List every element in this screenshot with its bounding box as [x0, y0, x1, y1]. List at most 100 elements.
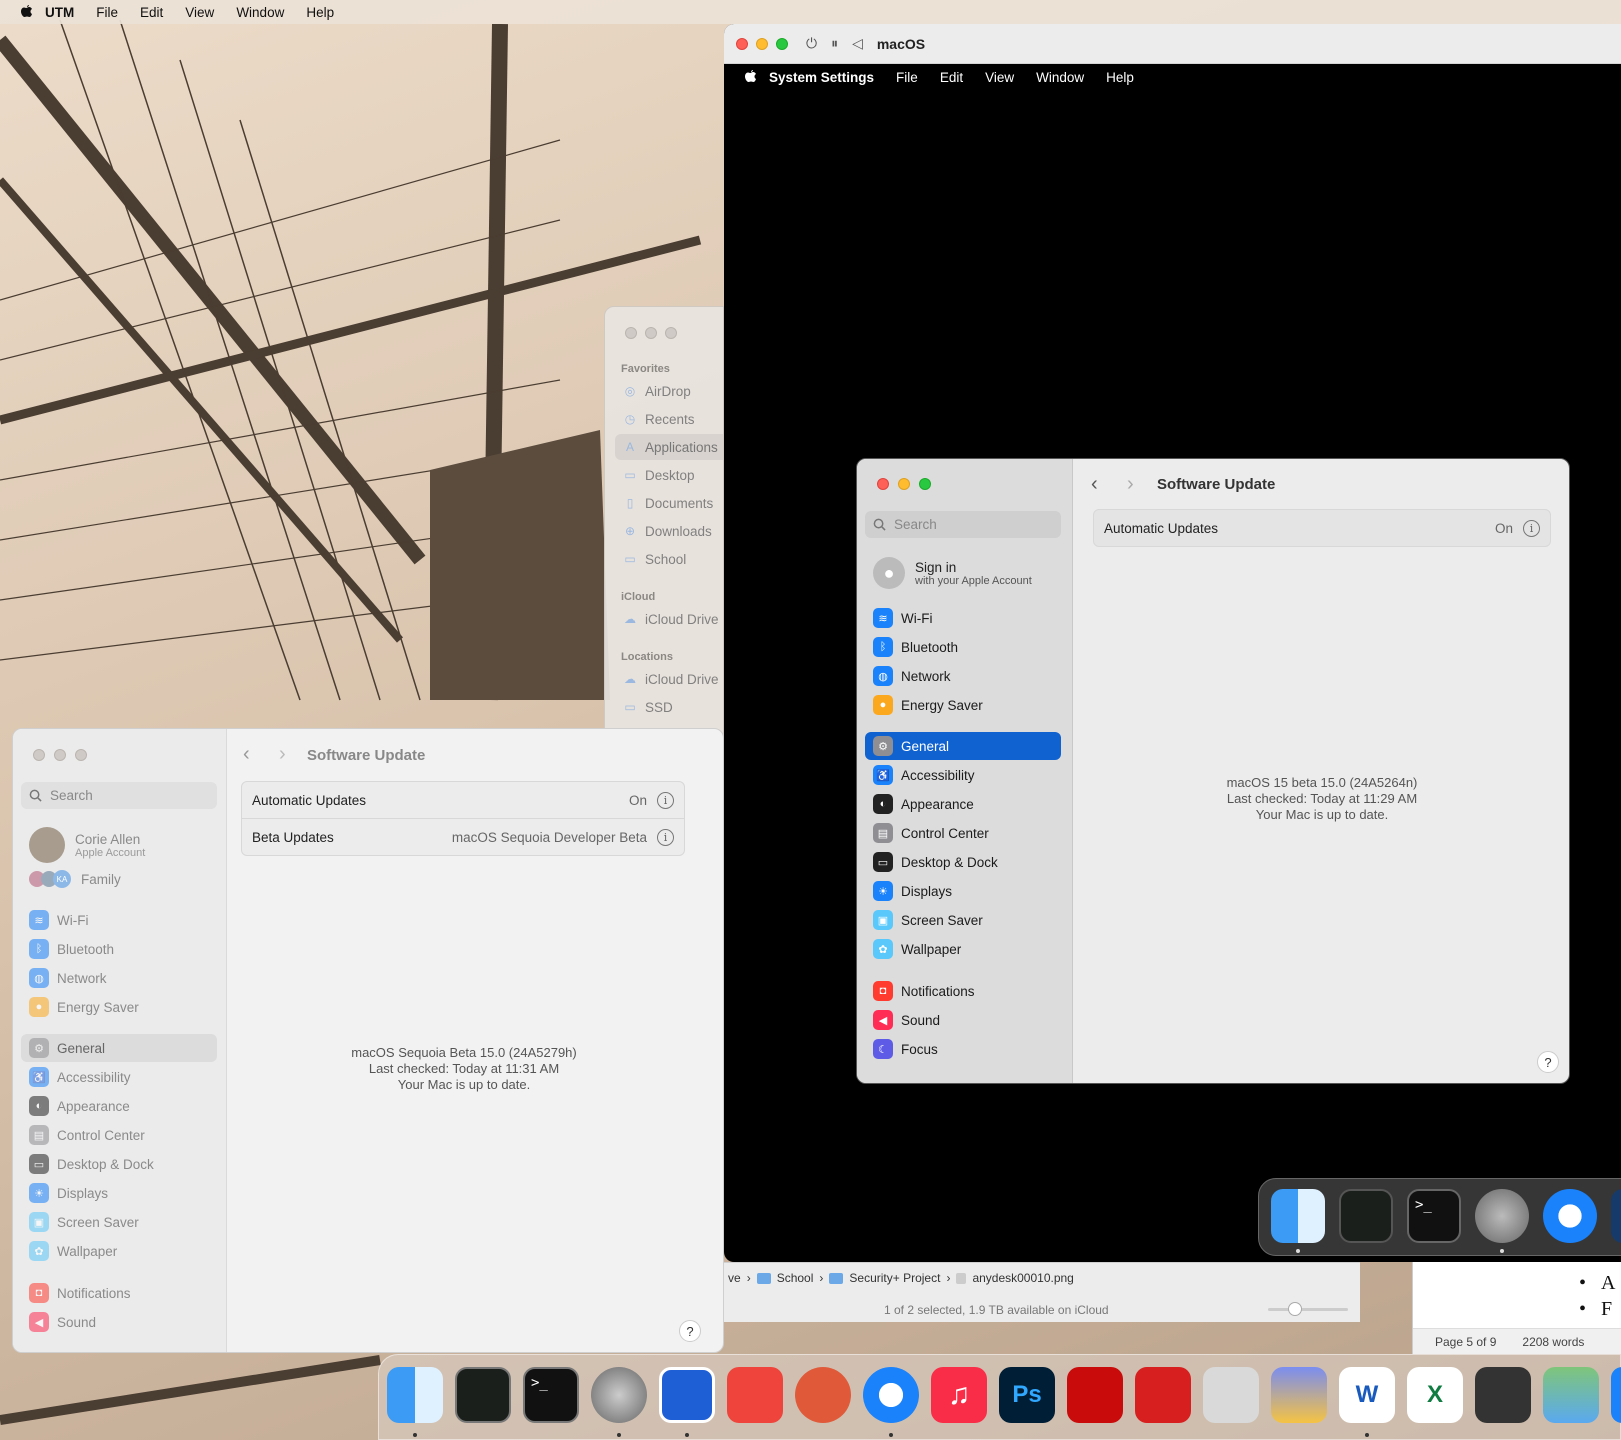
sidebar-item-appearance[interactable]: ◐ Appearance [865, 790, 1061, 818]
minimize-button[interactable] [645, 327, 657, 339]
page-count[interactable]: Page 5 of 9 [1435, 1335, 1496, 1349]
family-row[interactable]: KA Family [29, 867, 121, 891]
menu-app-name[interactable]: UTM [34, 5, 85, 20]
beta-updates-row[interactable]: Beta Updates macOS Sequoia Developer Bet… [241, 818, 685, 856]
disk-utility-icon[interactable] [1203, 1367, 1259, 1423]
terminal-icon[interactable]: >_ [1407, 1189, 1461, 1243]
partial-dock-icon[interactable] [1611, 1367, 1621, 1423]
sidebar-item-general[interactable]: ⚙ General [865, 732, 1061, 760]
sidebar-item-accessibility[interactable]: ♿ Accessibility [865, 761, 1061, 789]
help-button[interactable]: ? [1537, 1051, 1559, 1073]
sidebar-item-desktop[interactable]: ▭ Desktop [615, 462, 723, 488]
sidebar-item-wallpaper[interactable]: ✿ Wallpaper [865, 935, 1061, 963]
music-icon[interactable]: ♫ [931, 1367, 987, 1423]
slider-knob[interactable] [1288, 1302, 1302, 1316]
activity-monitor-icon[interactable] [1339, 1189, 1393, 1243]
forward-chevron-icon[interactable]: › [279, 743, 286, 766]
safari-icon[interactable] [1543, 1189, 1597, 1243]
excel-icon[interactable]: X [1407, 1367, 1463, 1423]
sidebar-item-bluetooth[interactable]: ᛒ Bluetooth [21, 935, 217, 963]
sidebar-item-icloud-drive[interactable]: ☁ iCloud Drive [615, 606, 723, 632]
minimize-button[interactable] [898, 478, 910, 490]
sidebar-item-network[interactable]: ◍ Network [21, 964, 217, 992]
menu-app-name[interactable]: System Settings [758, 70, 885, 85]
apple-logo-icon[interactable] [742, 69, 758, 85]
pause-icon[interactable]: ⏸ [831, 35, 838, 52]
back-chevron-icon[interactable]: ‹ [243, 743, 250, 766]
apple-account[interactable]: Corie Allen Apple Account [29, 825, 219, 865]
finder-icon[interactable] [1271, 1189, 1325, 1243]
sidebar-item-control-center[interactable]: ▤ Control Center [21, 1121, 217, 1149]
breadcrumb-item[interactable]: School [777, 1271, 814, 1285]
minimize-button[interactable] [54, 749, 66, 761]
menu-help[interactable]: Help [295, 5, 345, 20]
menu-file[interactable]: File [85, 5, 129, 20]
forward-chevron-icon[interactable]: › [1127, 473, 1134, 496]
acrobat-icon[interactable] [1067, 1367, 1123, 1423]
help-button[interactable]: ? [679, 1320, 701, 1342]
sidebar-item-icloud-drive-location[interactable]: ☁ iCloud Drive [615, 666, 723, 692]
utm-icon[interactable] [659, 1367, 715, 1423]
word-count[interactable]: 2208 words [1522, 1335, 1584, 1349]
sidebar-item-focus[interactable]: ☾ Focus [865, 1035, 1061, 1063]
anydesk-icon[interactable] [727, 1367, 783, 1423]
sidebar-item-wallpaper[interactable]: ✿ Wallpaper [21, 1237, 217, 1265]
sidebar-item-school[interactable]: ▭ School [615, 546, 723, 572]
menu-window[interactable]: Window [1025, 70, 1095, 85]
sign-in-account[interactable]: ● Sign in with your Apple Account [873, 553, 1063, 593]
safari-icon[interactable] [863, 1367, 919, 1423]
sidebar-item-displays[interactable]: ☀ Displays [21, 1179, 217, 1207]
zoom-button[interactable] [75, 749, 87, 761]
calculator-icon[interactable] [1475, 1367, 1531, 1423]
system-settings-icon[interactable] [1475, 1189, 1529, 1243]
sidebar-item-displays[interactable]: ☀ Displays [865, 877, 1061, 905]
back-chevron-icon[interactable]: ‹ [1091, 473, 1098, 496]
info-icon[interactable]: i [1523, 519, 1540, 537]
zoom-button[interactable] [776, 37, 788, 50]
menu-help[interactable]: Help [1095, 70, 1145, 85]
sidebar-item-network[interactable]: ◍ Network [865, 662, 1061, 690]
word-icon[interactable]: W [1339, 1367, 1395, 1423]
maps-icon[interactable] [1543, 1367, 1599, 1423]
reeder-icon[interactable] [1271, 1367, 1327, 1423]
search-input[interactable]: Search [865, 511, 1061, 538]
close-button[interactable] [736, 37, 748, 50]
breadcrumb-item[interactable]: ve [728, 1271, 741, 1285]
automatic-updates-row[interactable]: Automatic Updates On i [241, 781, 685, 819]
automatic-updates-row[interactable]: Automatic Updates On i [1093, 509, 1551, 547]
pdf-app-icon[interactable] [1135, 1367, 1191, 1423]
apple-logo-icon[interactable] [18, 4, 34, 20]
back-triangle-icon[interactable]: ◁ [852, 35, 863, 52]
sidebar-item-energy-saver[interactable]: ● Energy Saver [865, 691, 1061, 719]
close-button[interactable] [33, 749, 45, 761]
sidebar-item-sound[interactable]: ◀ Sound [21, 1308, 217, 1336]
sidebar-item-accessibility[interactable]: ♿ Accessibility [21, 1063, 217, 1091]
sidebar-item-wifi[interactable]: ≋ Wi-Fi [21, 906, 217, 934]
minimize-button[interactable] [756, 37, 768, 50]
info-icon[interactable]: i [657, 828, 674, 846]
sidebar-item-notifications[interactable]: ◘ Notifications [21, 1279, 217, 1307]
activity-monitor-icon[interactable] [455, 1367, 511, 1423]
terminal-icon[interactable]: >_ [523, 1367, 579, 1423]
info-icon[interactable]: i [657, 791, 674, 809]
sidebar-item-appearance[interactable]: ◐ Appearance [21, 1092, 217, 1120]
zoom-button[interactable] [919, 478, 931, 490]
close-button[interactable] [625, 327, 637, 339]
menu-window[interactable]: Window [225, 5, 295, 20]
menu-edit[interactable]: Edit [929, 70, 974, 85]
icon-size-slider[interactable] [1268, 1302, 1348, 1316]
sidebar-item-screen-saver[interactable]: ▣ Screen Saver [21, 1208, 217, 1236]
sidebar-item-recents[interactable]: ◷ Recents [615, 406, 723, 432]
power-icon[interactable]: ⏻ [806, 35, 817, 52]
sidebar-item-screen-saver[interactable]: ▣ Screen Saver [865, 906, 1061, 934]
photoshop-icon[interactable]: Ps [999, 1367, 1055, 1423]
sidebar-item-wifi[interactable]: ≋ Wi-Fi [865, 604, 1061, 632]
sidebar-item-desktop-dock[interactable]: ▭ Desktop & Dock [21, 1150, 217, 1178]
sidebar-item-downloads[interactable]: ⊕ Downloads [615, 518, 723, 544]
zoom-button[interactable] [665, 327, 677, 339]
finder-icon[interactable] [387, 1367, 443, 1423]
remote-desktop-icon[interactable] [795, 1367, 851, 1423]
sidebar-item-sound[interactable]: ◀ Sound [865, 1006, 1061, 1034]
sidebar-item-documents[interactable]: ▯ Documents [615, 490, 723, 516]
sidebar-item-ssd[interactable]: ▭ SSD [615, 694, 723, 720]
